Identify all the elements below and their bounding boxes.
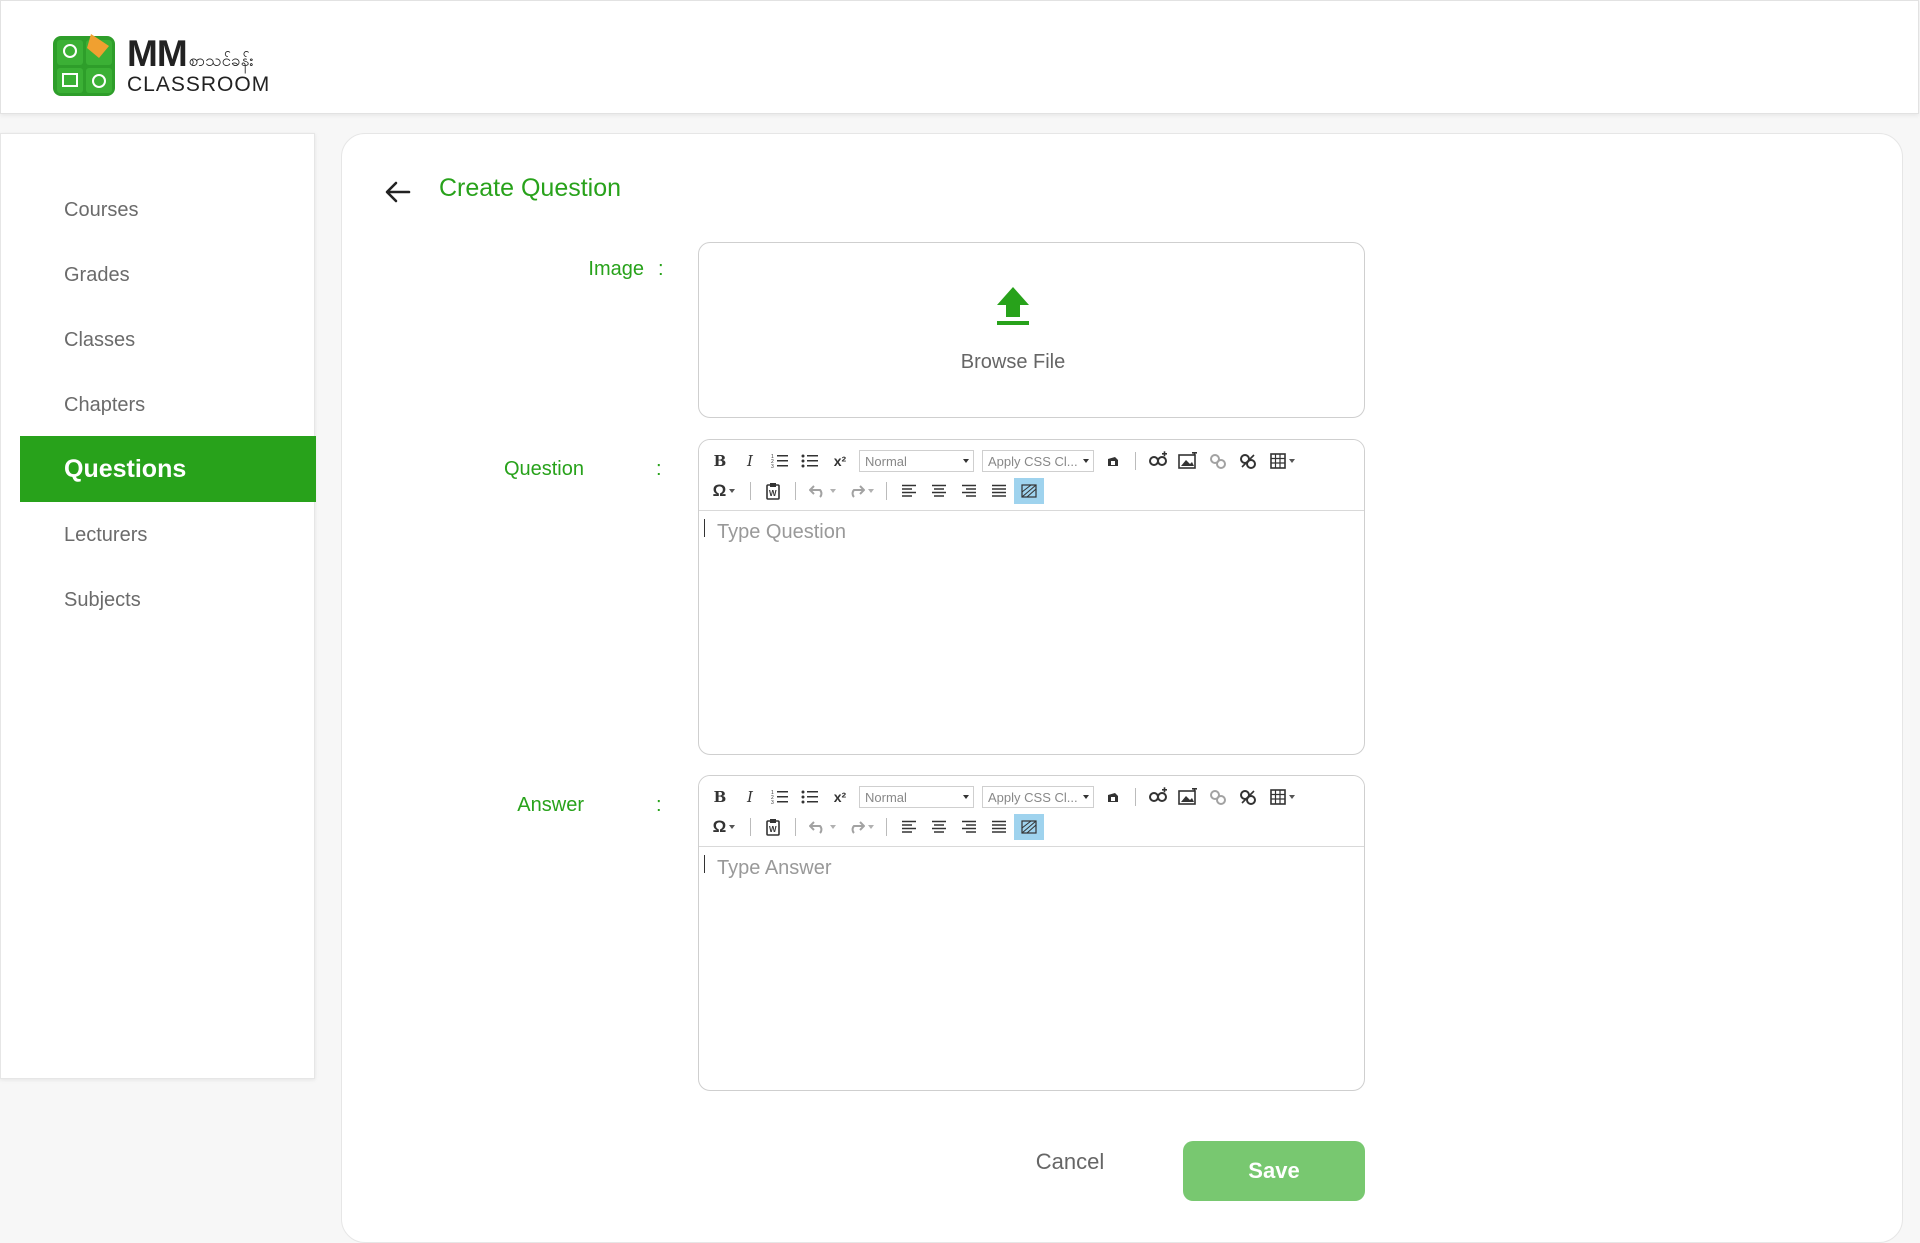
logo-subtitle: CLASSROOM xyxy=(127,73,271,96)
align-right-icon[interactable] xyxy=(954,478,984,504)
bold-button[interactable]: B xyxy=(705,448,735,474)
cancel-button[interactable]: Cancel xyxy=(1020,1142,1120,1182)
align-center-icon[interactable] xyxy=(924,478,954,504)
sidebar-item-grades[interactable]: Grades xyxy=(20,242,316,308)
bold-button[interactable]: B xyxy=(705,784,735,810)
image-field-colon: : xyxy=(658,258,664,280)
superscript-button[interactable]: x² xyxy=(825,448,855,474)
svg-text:3: 3 xyxy=(771,800,774,805)
back-arrow-icon[interactable] xyxy=(382,176,414,208)
align-justify-icon[interactable] xyxy=(984,814,1014,840)
sidebar-item-chapters[interactable]: Chapters xyxy=(20,372,316,438)
insert-image-icon[interactable] xyxy=(1173,784,1203,810)
format-select[interactable]: Normal xyxy=(859,786,974,808)
special-character-label: Ω xyxy=(712,481,727,500)
format-select-value: Normal xyxy=(865,453,907,469)
insert-link-icon[interactable] xyxy=(1143,448,1173,474)
undo-icon[interactable] xyxy=(803,478,841,504)
paste-from-word-icon[interactable]: W xyxy=(758,814,788,840)
format-select[interactable]: Normal xyxy=(859,450,974,472)
question-editor-toolbar: B I 123 x² Normal Apply CSS Cl... Ω W xyxy=(699,440,1364,511)
unlink-icon[interactable] xyxy=(1203,448,1233,474)
format-select-value: Normal xyxy=(865,789,907,805)
sidebar-item-lecturers[interactable]: Lecturers xyxy=(20,502,316,568)
main-panel: Create Question Image : Browse File Ques… xyxy=(341,133,1903,1243)
sidebar-item-questions[interactable]: Questions xyxy=(20,436,316,502)
image-field-label: Image xyxy=(588,258,644,280)
bulleted-list-icon[interactable] xyxy=(795,448,825,474)
special-character-button[interactable]: Ω xyxy=(705,478,743,504)
style-select[interactable]: Apply CSS Cl... xyxy=(982,786,1094,808)
align-left-icon[interactable] xyxy=(894,814,924,840)
answer-editor[interactable]: B I 123 x² Normal Apply CSS Cl... Ω W Ty… xyxy=(698,775,1365,1091)
align-justify-icon[interactable] xyxy=(984,478,1014,504)
app-logo[interactable]: MM စာသင်ခန်း CLASSROOM xyxy=(51,28,270,102)
redo-icon[interactable] xyxy=(841,478,879,504)
align-right-icon[interactable] xyxy=(954,814,984,840)
anchor-link-icon[interactable] xyxy=(1233,448,1263,474)
question-field-colon: : xyxy=(656,458,662,480)
svg-text:W: W xyxy=(769,489,777,498)
anchor-link-icon[interactable] xyxy=(1233,784,1263,810)
save-button[interactable]: Save xyxy=(1183,1141,1365,1201)
show-blocks-icon[interactable] xyxy=(1014,814,1044,840)
unlink-icon[interactable] xyxy=(1203,784,1233,810)
top-header: MM စာသင်ခန်း CLASSROOM xyxy=(0,0,1919,114)
superscript-button[interactable]: x² xyxy=(825,784,855,810)
question-editor-body[interactable]: Type Question xyxy=(699,511,1364,754)
upload-icon xyxy=(995,285,1031,332)
answer-field-colon: : xyxy=(656,794,662,816)
sidebar-item-subjects[interactable]: Subjects xyxy=(20,567,316,633)
svg-text:W: W xyxy=(769,825,777,834)
paste-from-word-icon[interactable]: W xyxy=(758,478,788,504)
align-center-icon[interactable] xyxy=(924,814,954,840)
align-left-icon[interactable] xyxy=(894,478,924,504)
style-select[interactable]: Apply CSS Cl... xyxy=(982,450,1094,472)
insert-link-icon[interactable] xyxy=(1143,784,1173,810)
logo-myanmar-text: စာသင်ခန်း xyxy=(188,51,254,71)
answer-editor-toolbar: B I 123 x² Normal Apply CSS Cl... Ω W xyxy=(699,776,1364,847)
insert-image-icon[interactable] xyxy=(1173,448,1203,474)
browse-file-label[interactable]: Browse File xyxy=(699,351,1327,374)
numbered-list-icon[interactable]: 123 xyxy=(765,448,795,474)
style-select-value: Apply CSS Cl... xyxy=(988,789,1078,805)
special-character-label: Ω xyxy=(712,817,727,836)
page-title: Create Question xyxy=(439,174,622,202)
answer-editor-body[interactable]: Type Answer xyxy=(699,847,1364,1090)
bulleted-list-icon[interactable] xyxy=(795,784,825,810)
redo-icon[interactable] xyxy=(841,814,879,840)
italic-button[interactable]: I xyxy=(735,784,765,810)
svg-text:3: 3 xyxy=(771,464,774,469)
sourcecode-icon[interactable] xyxy=(1098,784,1128,810)
question-field-label: Question xyxy=(503,458,584,480)
sidebar: Courses Grades Classes Chapters Question… xyxy=(0,133,316,1079)
image-upload-dropzone[interactable]: Browse File xyxy=(698,242,1365,418)
table-icon[interactable] xyxy=(1263,448,1301,474)
special-character-button[interactable]: Ω xyxy=(705,814,743,840)
show-blocks-icon[interactable] xyxy=(1014,478,1044,504)
italic-button[interactable]: I xyxy=(735,448,765,474)
table-icon[interactable] xyxy=(1263,784,1301,810)
question-editor[interactable]: B I 123 x² Normal Apply CSS Cl... Ω W Ty… xyxy=(698,439,1365,755)
style-select-value: Apply CSS Cl... xyxy=(988,453,1078,469)
logo-mark-icon xyxy=(51,30,121,100)
sidebar-item-classes[interactable]: Classes xyxy=(20,307,316,373)
undo-icon[interactable] xyxy=(803,814,841,840)
question-placeholder: Type Question xyxy=(717,521,846,543)
sidebar-item-courses[interactable]: Courses xyxy=(20,177,316,243)
numbered-list-icon[interactable]: 123 xyxy=(765,784,795,810)
sourcecode-icon[interactable] xyxy=(1098,448,1128,474)
logo-title: MM xyxy=(127,33,188,74)
answer-field-label: Answer xyxy=(517,794,584,816)
answer-placeholder: Type Answer xyxy=(717,857,832,879)
